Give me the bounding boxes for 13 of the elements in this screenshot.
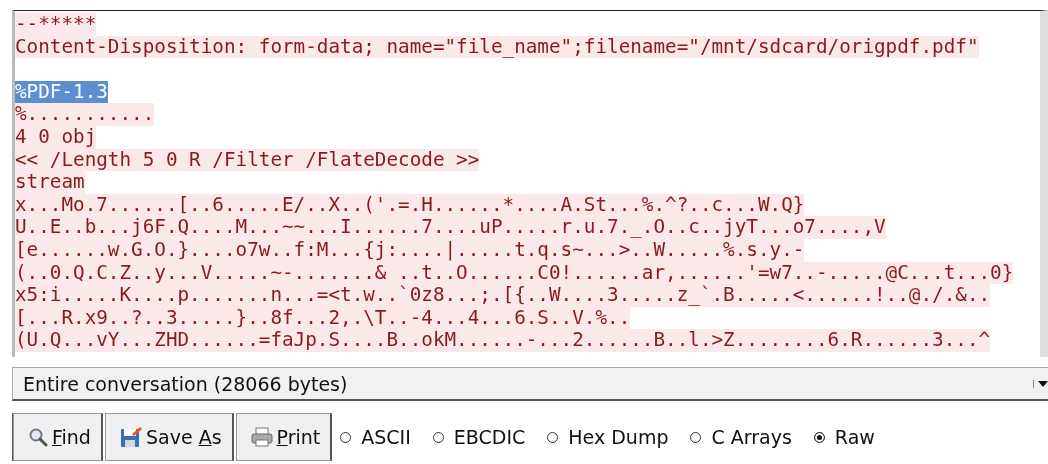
- stream-text-pane[interactable]: [12, 10, 1048, 357]
- magnifier-icon: [28, 427, 48, 447]
- format-radio[interactable]: Hex Dump: [547, 426, 669, 448]
- conversation-dropdown[interactable]: Entire conversation (28066 bytes): [12, 367, 1048, 401]
- format-radio[interactable]: Raw: [813, 426, 875, 448]
- dropdown-arrow-icon: [1033, 379, 1048, 388]
- format-radio[interactable]: C Arrays: [690, 426, 792, 448]
- format-radio[interactable]: EBCDIC: [432, 426, 526, 448]
- save-button[interactable]: Save As: [104, 413, 234, 461]
- find-button[interactable]: Find: [13, 413, 103, 461]
- format-radio[interactable]: ASCII: [340, 426, 411, 448]
- printer-icon: [250, 427, 273, 447]
- print-button[interactable]: Print: [235, 413, 333, 461]
